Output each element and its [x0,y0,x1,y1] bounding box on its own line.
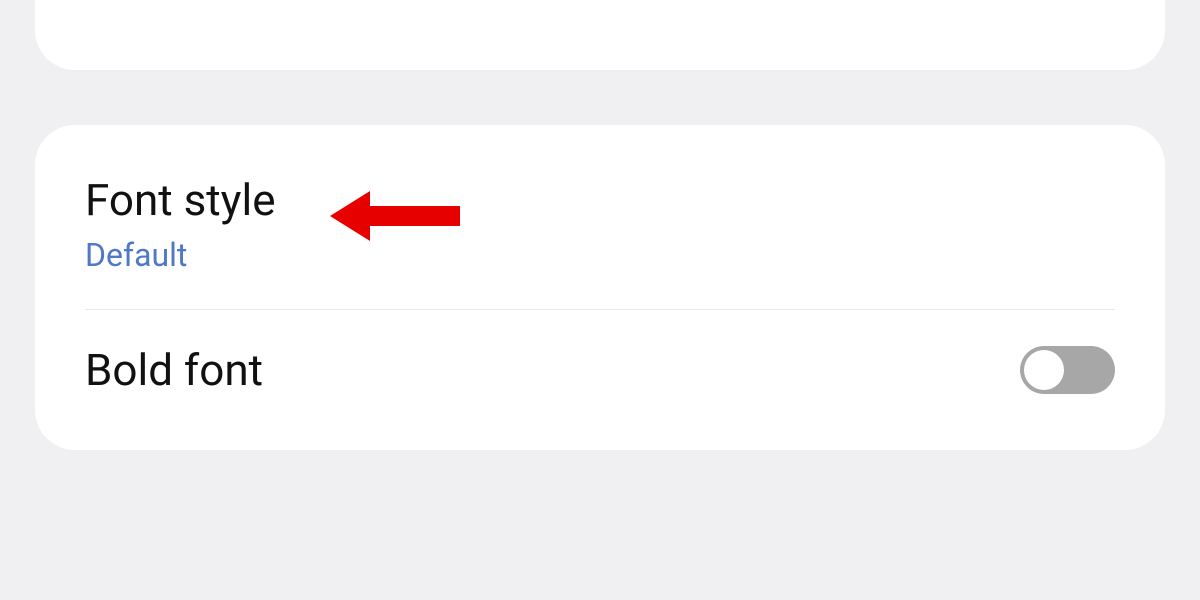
bold-font-title: Bold font [85,345,263,396]
bold-font-row[interactable]: Bold font [35,310,1165,451]
bold-font-toggle[interactable] [1020,346,1115,394]
font-style-value: Default [85,236,187,274]
font-settings-card: Font style Default Bold font [35,125,1165,450]
previous-settings-card [35,0,1165,70]
font-style-row[interactable]: Font style Default [35,125,1165,309]
font-style-title: Font style [85,175,276,226]
toggle-knob [1024,350,1064,390]
